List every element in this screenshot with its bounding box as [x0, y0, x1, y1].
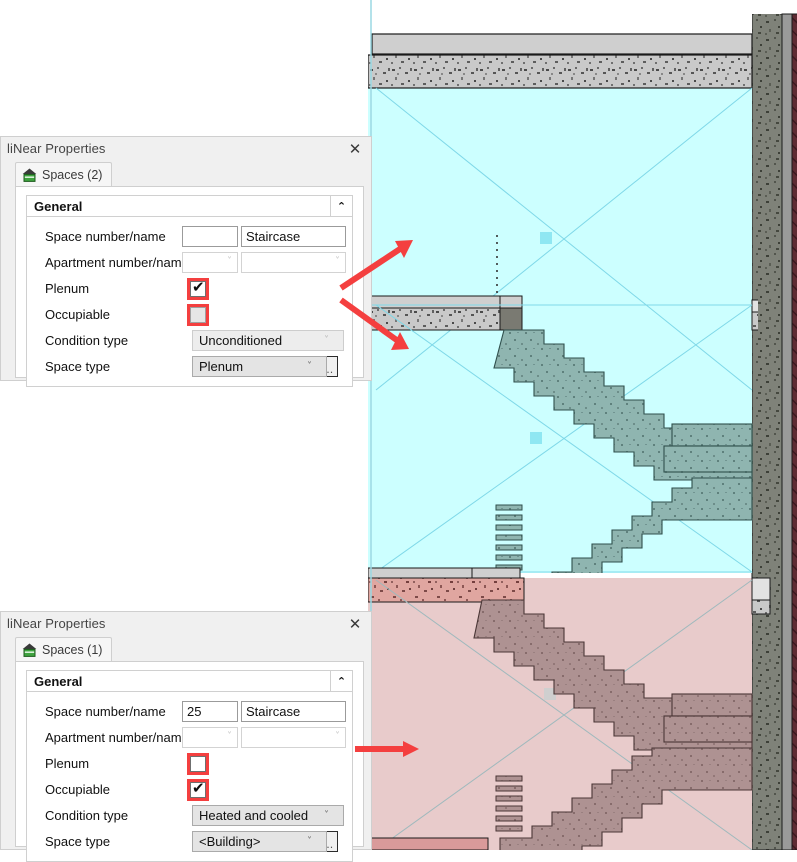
- plenum-checkbox[interactable]: [190, 755, 206, 772]
- chevron-down-icon: ˅: [227, 256, 232, 267]
- linear-properties-dialog-occupiable[interactable]: liNear Properties ✕ Spaces (1) General ⌃…: [0, 611, 372, 862]
- tabstrip: Spaces (2): [1, 162, 371, 186]
- tabstrip: Spaces (1): [1, 637, 371, 661]
- row-condition-type: Condition type Unconditioned ˅: [27, 328, 352, 353]
- label-space-number-name: Space number/name: [45, 704, 166, 719]
- label-space-type: Space type: [45, 834, 111, 849]
- chevron-down-icon: ˅: [335, 256, 340, 267]
- row-space-number-name: Space number/name Staircase: [27, 224, 352, 249]
- plenum-checkbox-highlight: [187, 752, 209, 775]
- chevron-up-icon[interactable]: ⌃: [330, 196, 352, 216]
- group-title: General: [34, 198, 83, 214]
- label-condition-type: Condition type: [45, 808, 129, 823]
- tab-panel-spaces: General ⌃ Space number/name 25 Staircase…: [15, 661, 364, 862]
- chevron-down-icon: ˅: [335, 731, 340, 742]
- chevron-up-icon[interactable]: ⌃: [330, 671, 352, 691]
- label-plenum: Plenum: [45, 756, 90, 771]
- dialog-titlebar[interactable]: liNear Properties ✕: [1, 612, 371, 637]
- dialog-title: liNear Properties: [7, 616, 106, 631]
- chevron-down-icon: ˅: [324, 810, 329, 821]
- building-section-drawing: [368, 0, 797, 850]
- general-form: Space number/name Staircase Apartment nu…: [26, 217, 353, 387]
- plenum-checkbox-highlight: ✔: [187, 277, 209, 300]
- chevron-down-icon: ˅: [324, 335, 329, 346]
- label-occupiable: Occupiable: [45, 307, 111, 322]
- row-space-number-name: Space number/name 25 Staircase: [27, 699, 352, 724]
- label-plenum: Plenum: [45, 281, 90, 296]
- apartment-name-combo[interactable]: ˅: [241, 252, 346, 273]
- close-icon[interactable]: ✕: [343, 139, 367, 160]
- row-apartment-number-name: Apartment number/name ˅ ˅: [27, 725, 352, 750]
- occupiable-checkbox[interactable]: [190, 306, 206, 323]
- chevron-down-icon: ˅: [307, 361, 312, 372]
- label-apartment-number-name: Apartment number/name: [45, 255, 189, 270]
- row-plenum: Plenum ✔: [27, 276, 352, 301]
- tab-spaces-2[interactable]: Spaces (2): [15, 162, 113, 186]
- label-occupiable: Occupiable: [45, 782, 111, 797]
- apartment-number-combo[interactable]: ˅: [182, 252, 238, 273]
- apartment-number-combo[interactable]: ˅: [182, 727, 238, 748]
- row-plenum: Plenum: [27, 751, 352, 776]
- space-number-input[interactable]: 25: [182, 701, 238, 722]
- row-space-type: Space type Plenum ˅ ...: [27, 354, 352, 379]
- occupiable-checkbox-highlight: [187, 303, 209, 326]
- check-icon: ✔: [192, 277, 205, 296]
- tab-label: Spaces (2): [42, 167, 103, 182]
- condition-type-combo[interactable]: Heated and cooled: [192, 805, 344, 826]
- general-form: Space number/name 25 Staircase Apartment…: [26, 692, 353, 862]
- label-apartment-number-name: Apartment number/name: [45, 730, 189, 745]
- row-condition-type: Condition type Heated and cooled ˅: [27, 803, 352, 828]
- row-occupiable: Occupiable ✔: [27, 777, 352, 802]
- occupiable-checkbox[interactable]: ✔: [190, 778, 206, 798]
- dialog-title: liNear Properties: [7, 141, 106, 156]
- label-space-number-name: Space number/name: [45, 229, 166, 244]
- label-condition-type: Condition type: [45, 333, 129, 348]
- label-space-type: Space type: [45, 359, 111, 374]
- check-icon: ✔: [192, 778, 205, 797]
- close-icon[interactable]: ✕: [343, 614, 367, 635]
- space-number-input[interactable]: [182, 226, 238, 247]
- apartment-name-combo[interactable]: ˅: [241, 727, 346, 748]
- tab-label: Spaces (1): [42, 642, 103, 657]
- tab-spaces-1[interactable]: Spaces (1): [15, 637, 113, 661]
- linear-properties-dialog-plenum[interactable]: liNear Properties ✕ Spaces (2) General ⌃…: [0, 136, 372, 387]
- occupiable-checkbox-highlight: ✔: [187, 778, 209, 801]
- row-apartment-number-name: Apartment number/name ˅ ˅: [27, 250, 352, 275]
- group-title: General: [34, 673, 83, 689]
- row-space-type: Space type <Building> ˅ ...: [27, 829, 352, 854]
- plenum-checkbox[interactable]: ✔: [190, 277, 206, 297]
- building-house-icon: [22, 168, 37, 182]
- group-header-general[interactable]: General ⌃: [26, 670, 353, 692]
- condition-type-combo[interactable]: Unconditioned: [192, 330, 344, 351]
- chevron-down-icon: ˅: [227, 731, 232, 742]
- cad-drawing-viewport[interactable]: [368, 0, 797, 850]
- dialog-titlebar[interactable]: liNear Properties ✕: [1, 137, 371, 162]
- group-header-general[interactable]: General ⌃: [26, 195, 353, 217]
- building-house-icon: [22, 643, 37, 657]
- space-name-input[interactable]: Staircase: [241, 226, 346, 247]
- row-occupiable: Occupiable: [27, 302, 352, 327]
- tab-panel-spaces: General ⌃ Space number/name Staircase Ap…: [15, 186, 364, 387]
- space-name-input[interactable]: Staircase: [241, 701, 346, 722]
- chevron-down-icon: ˅: [307, 836, 312, 847]
